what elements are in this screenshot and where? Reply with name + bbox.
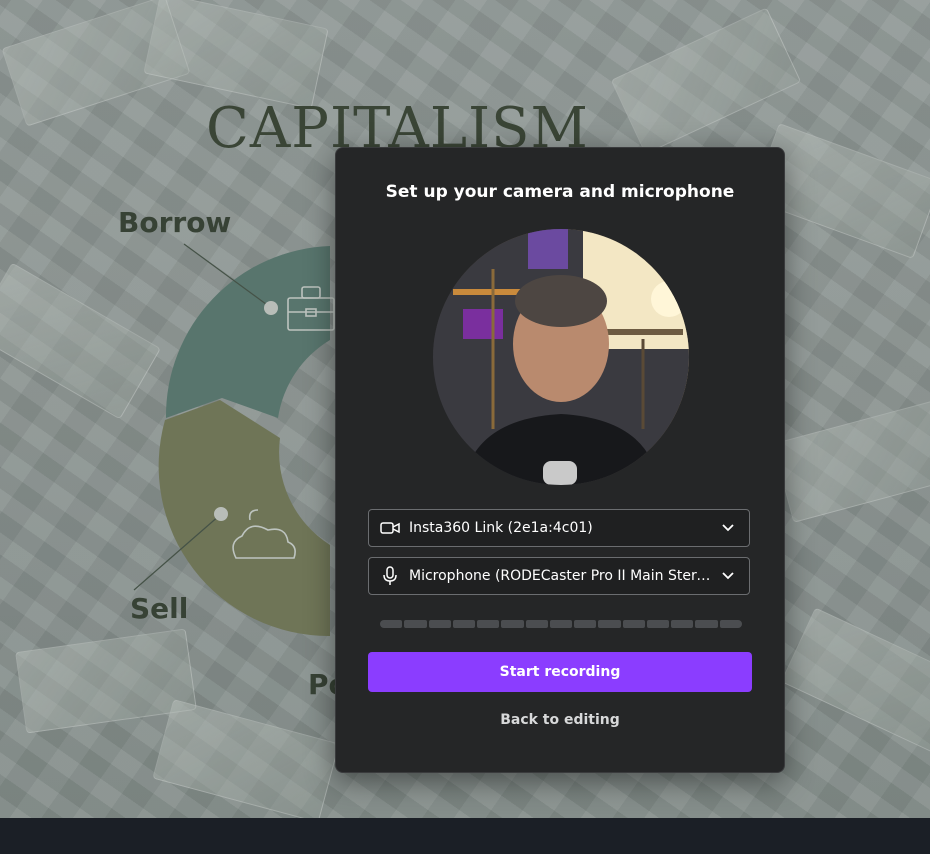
meter-segment bbox=[525, 620, 548, 628]
meter-segment bbox=[477, 620, 500, 628]
start-recording-button[interactable]: Start recording bbox=[368, 652, 752, 692]
microphone-select[interactable]: Microphone (RODECaster Pro II Main Stere… bbox=[368, 557, 750, 595]
camera-preview bbox=[433, 229, 689, 485]
camera-setup-dialog: Set up your camera and microphone Insta3… bbox=[335, 147, 785, 773]
meter-segment bbox=[501, 620, 524, 628]
meter-segment bbox=[428, 620, 451, 628]
meter-segment bbox=[598, 620, 621, 628]
meter-segment bbox=[646, 620, 670, 628]
microphone-icon bbox=[379, 565, 401, 587]
dialog-title: Set up your camera and microphone bbox=[385, 182, 735, 202]
chevron-down-icon bbox=[719, 519, 737, 537]
meter-segment bbox=[380, 620, 403, 628]
bottom-toolbar bbox=[0, 818, 930, 854]
camera-preview-image bbox=[433, 229, 689, 485]
meter-segment bbox=[622, 620, 645, 628]
meter-segment bbox=[671, 620, 694, 628]
meter-segment bbox=[549, 620, 573, 628]
camera-select[interactable]: Insta360 Link (2e1a:4c01) bbox=[368, 509, 750, 547]
microphone-select-value: Microphone (RODECaster Pro II Main Stere… bbox=[409, 568, 719, 584]
meter-segment bbox=[719, 620, 742, 628]
chevron-down-icon bbox=[719, 567, 737, 585]
camera-select-value: Insta360 Link (2e1a:4c01) bbox=[409, 520, 593, 536]
camera-icon bbox=[379, 517, 401, 539]
audio-level-meter bbox=[380, 620, 742, 628]
meter-segment bbox=[695, 620, 718, 628]
back-to-editing-button[interactable]: Back to editing bbox=[368, 708, 752, 732]
meter-segment bbox=[452, 620, 476, 628]
meter-segment bbox=[404, 620, 427, 628]
meter-segment bbox=[574, 620, 597, 628]
